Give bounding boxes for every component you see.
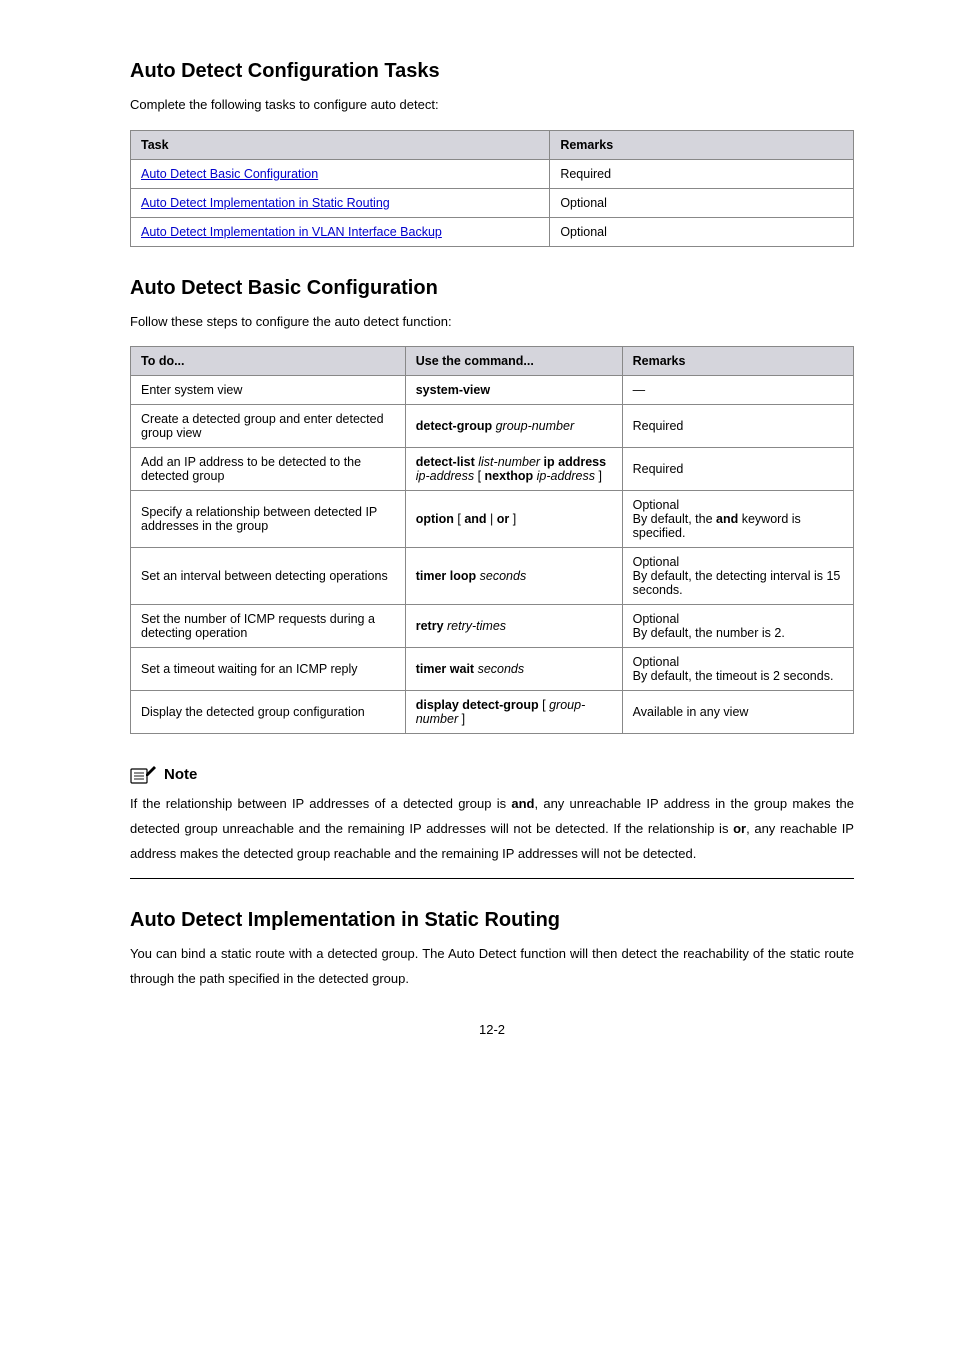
cell-remarks: OptionalBy default, the number is 2. [622, 605, 853, 648]
intro-paragraph-1: Complete the following tasks to configur… [130, 93, 854, 118]
table-row: Set a timeout waiting for an ICMP replyt… [131, 648, 854, 691]
cell-command: detect-group group-number [405, 405, 622, 448]
cell-remarks: Required [622, 405, 853, 448]
cell-todo: Set a timeout waiting for an ICMP reply [131, 648, 406, 691]
cell-remarks: Available in any view [622, 691, 853, 734]
heading-static-routing: Auto Detect Implementation in Static Rou… [130, 909, 854, 932]
cmd-header-remarks: Remarks [622, 347, 853, 376]
table-row: Auto Detect Implementation in Static Rou… [131, 188, 854, 217]
cmd-header-todo: To do... [131, 347, 406, 376]
cell-command: timer loop seconds [405, 548, 622, 605]
cell-remarks: Optional [550, 188, 854, 217]
cell-command: retry retry-times [405, 605, 622, 648]
cell-remarks: OptionalBy default, the detecting interv… [622, 548, 853, 605]
cell-todo: Create a detected group and enter detect… [131, 405, 406, 448]
note-divider [130, 878, 854, 879]
cell-remarks: Required [622, 448, 853, 491]
table-row: Add an IP address to be detected to the … [131, 448, 854, 491]
link-static-routing[interactable]: Auto Detect Implementation in Static Rou… [141, 196, 390, 210]
link-vlan-backup[interactable]: Auto Detect Implementation in VLAN Inter… [141, 225, 442, 239]
table-row: Set an interval between detecting operat… [131, 548, 854, 605]
table-row: Create a detected group and enter detect… [131, 405, 854, 448]
table-row: Auto Detect Basic Configuration Required [131, 159, 854, 188]
paragraph-static-routing: You can bind a static route with a detec… [130, 942, 854, 991]
cell-todo: Set an interval between detecting operat… [131, 548, 406, 605]
cell-todo: Set the number of ICMP requests during a… [131, 605, 406, 648]
cell-remarks: Optional [550, 217, 854, 246]
cell-command: system-view [405, 376, 622, 405]
tasks-header-task: Task [131, 130, 550, 159]
note-label: Note [164, 766, 197, 783]
heading-config-tasks: Auto Detect Configuration Tasks [130, 60, 854, 83]
intro-paragraph-2: Follow these steps to configure the auto… [130, 310, 854, 335]
table-row: Auto Detect Implementation in VLAN Inter… [131, 217, 854, 246]
tasks-header-remarks: Remarks [550, 130, 854, 159]
note-block: Note If the relationship between IP addr… [130, 764, 854, 866]
table-row: Specify a relationship between detected … [131, 491, 854, 548]
cell-remarks: Required [550, 159, 854, 188]
cell-command: option [ and | or ] [405, 491, 622, 548]
table-row: Enter system viewsystem-view— [131, 376, 854, 405]
note-heading: Note [130, 764, 854, 784]
cell-remarks: — [622, 376, 853, 405]
heading-basic-config: Auto Detect Basic Configuration [130, 277, 854, 300]
cell-command: detect-list list-number ip address ip-ad… [405, 448, 622, 491]
note-body: If the relationship between IP addresses… [130, 792, 854, 866]
cell-todo: Add an IP address to be detected to the … [131, 448, 406, 491]
cell-command: display detect-group [ group-number ] [405, 691, 622, 734]
cell-todo: Display the detected group configuration [131, 691, 406, 734]
cell-command: timer wait seconds [405, 648, 622, 691]
cell-remarks: OptionalBy default, the timeout is 2 sec… [622, 648, 853, 691]
table-row: Display the detected group configuration… [131, 691, 854, 734]
cell-remarks: OptionalBy default, the and keyword is s… [622, 491, 853, 548]
commands-table: To do... Use the command... Remarks Ente… [130, 346, 854, 734]
page-number: 12-2 [130, 1022, 854, 1037]
cell-todo: Enter system view [131, 376, 406, 405]
note-icon [130, 764, 158, 784]
table-row: Set the number of ICMP requests during a… [131, 605, 854, 648]
cell-todo: Specify a relationship between detected … [131, 491, 406, 548]
cmd-header-use: Use the command... [405, 347, 622, 376]
tasks-table: Task Remarks Auto Detect Basic Configura… [130, 130, 854, 247]
link-basic-config[interactable]: Auto Detect Basic Configuration [141, 167, 318, 181]
